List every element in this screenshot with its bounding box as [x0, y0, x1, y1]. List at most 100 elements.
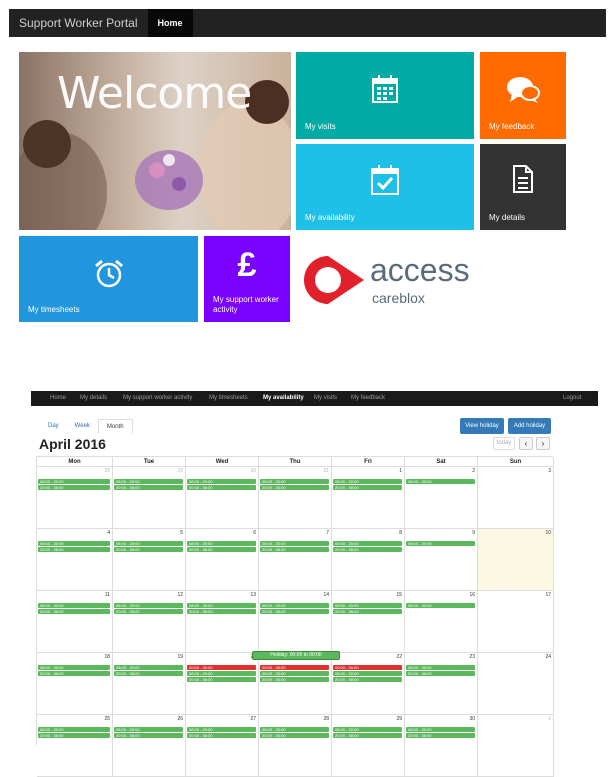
day-cell[interactable]: 24: [478, 653, 554, 715]
availability-event[interactable]: 08:00 - 20:00: [114, 479, 183, 484]
nav-logout[interactable]: Logout: [563, 391, 581, 406]
tab-week[interactable]: Week: [67, 419, 98, 434]
availability-event[interactable]: 20:00 - 08:00: [333, 547, 402, 552]
availability-event[interactable]: 08:00 - 20:00: [406, 727, 475, 732]
day-cell[interactable]: 23 08:00 - 20:00 20:00 - 08:00: [405, 653, 478, 715]
day-cell[interactable]: 16 08:00 - 20:00: [405, 591, 478, 653]
day-cell[interactable]: 30 08:00 - 20:00 20:00 - 08:00: [405, 715, 478, 777]
availability-event[interactable]: 08:00 - 20:00: [114, 541, 183, 546]
availability-event[interactable]: 20:00 - 08:00: [114, 733, 183, 738]
day-cell[interactable]: 11 08:00 - 20:00 20:00 - 08:00: [37, 591, 113, 653]
holiday-event[interactable]: 00:00 - 00:00: [187, 665, 256, 670]
day-cell[interactable]: 2000:00 - 00:0008:00 - 20:0020:00 - 08:0…: [186, 653, 259, 715]
availability-event[interactable]: 08:00 - 20:00: [260, 603, 329, 608]
availability-event[interactable]: 20:00 - 08:00: [38, 547, 110, 552]
nav-my-timesheets[interactable]: My timesheets: [209, 391, 248, 406]
availability-event[interactable]: 20:00 - 08:00: [187, 677, 256, 682]
tab-month[interactable]: Month: [97, 419, 133, 434]
day-cell[interactable]: 6 08:00 - 20:00 20:00 - 08:00: [186, 529, 259, 591]
availability-event[interactable]: 20:00 - 08:00: [260, 733, 329, 738]
availability-event[interactable]: 08:00 - 20:00: [38, 479, 110, 484]
availability-event[interactable]: 20:00 - 08:00: [406, 733, 475, 738]
day-cell[interactable]: 25 08:00 - 20:00 20:00 - 08:00: [37, 715, 113, 777]
day-cell[interactable]: 12 08:00 - 20:00 20:00 - 08:00: [113, 591, 186, 653]
availability-event[interactable]: 08:00 - 20:00: [114, 603, 183, 608]
availability-event[interactable]: 08:00 - 20:00: [114, 727, 183, 732]
today-button[interactable]: today: [493, 437, 515, 450]
day-cell[interactable]: 28 08:00 - 20:00 20:00 - 08:00: [37, 467, 113, 529]
availability-event[interactable]: 08:00 - 20:00: [406, 603, 475, 608]
availability-event[interactable]: 20:00 - 08:00: [38, 609, 110, 614]
day-cell[interactable]: 7 08:00 - 20:00 20:00 - 08:00: [259, 529, 332, 591]
nav-my-availability[interactable]: My availability: [263, 391, 304, 406]
availability-event[interactable]: 20:00 - 08:00: [38, 485, 110, 490]
day-cell[interactable]: 28 08:00 - 20:00 20:00 - 08:00: [259, 715, 332, 777]
day-cell[interactable]: 10: [478, 529, 554, 591]
holiday-event[interactable]: 00:00 - 00:00: [260, 665, 329, 670]
availability-event[interactable]: 08:00 - 20:00: [187, 603, 256, 608]
day-cell[interactable]: 22 00:00 - 00:00 08:00 - 20:00 20:00 - 08:0…: [332, 653, 405, 715]
day-cell[interactable]: 26 08:00 - 20:00 20:00 - 08:00: [113, 715, 186, 777]
availability-event[interactable]: 20:00 - 08:00: [38, 671, 110, 676]
day-cell[interactable]: 3: [478, 467, 554, 529]
availability-event[interactable]: 20:00 - 08:00: [333, 609, 402, 614]
nav-home[interactable]: Home: [50, 391, 66, 406]
day-cell[interactable]: 9 08:00 - 20:00: [405, 529, 478, 591]
availability-event[interactable]: 20:00 - 08:00: [260, 547, 329, 552]
day-cell[interactable]: 8 08:00 - 20:00 20:00 - 08:00: [332, 529, 405, 591]
availability-event[interactable]: 20:00 - 08:00: [406, 671, 475, 676]
day-cell[interactable]: 2100:00 - 00:0008:00 - 20:0020:00 - 08:0…: [259, 653, 332, 715]
availability-event[interactable]: 20:00 - 08:00: [114, 485, 183, 490]
availability-event[interactable]: 20:00 - 08:00: [187, 733, 256, 738]
availability-event[interactable]: 20:00 - 08:00: [114, 547, 183, 552]
availability-event[interactable]: 20:00 - 08:00: [114, 671, 183, 676]
availability-event[interactable]: 08:00 - 20:00: [260, 727, 329, 732]
tile-my-details[interactable]: My details: [480, 144, 566, 230]
nav-my-support-worker-activity[interactable]: My support worker activity: [123, 391, 192, 406]
availability-event[interactable]: 08:00 - 20:00: [38, 603, 110, 608]
day-cell[interactable]: 14 08:00 - 20:00 20:00 - 08:00: [259, 591, 332, 653]
nav-home[interactable]: Home: [147, 9, 193, 37]
availability-event[interactable]: 08:00 - 20:00: [406, 479, 475, 484]
tile-my-visits[interactable]: My visits: [296, 52, 474, 139]
day-cell[interactable]: 30 08:00 - 20:00 20:00 - 08:00: [186, 467, 259, 529]
availability-event[interactable]: 08:00 - 20:00: [187, 479, 256, 484]
tile-my-timesheets[interactable]: My timesheets: [19, 236, 198, 322]
availability-event[interactable]: 08:00 - 20:00: [38, 541, 110, 546]
holiday-event[interactable]: 00:00 - 00:00: [333, 665, 402, 670]
availability-event[interactable]: 08:00 - 20:00: [333, 541, 402, 546]
day-cell[interactable]: 27 08:00 - 20:00 20:00 - 08:00: [186, 715, 259, 777]
availability-event[interactable]: 20:00 - 08:00: [333, 733, 402, 738]
availability-event[interactable]: 08:00 - 20:00: [38, 665, 110, 670]
availability-event[interactable]: 20:00 - 08:00: [38, 733, 110, 738]
day-cell[interactable]: 29 08:00 - 20:00 20:00 - 08:00: [332, 715, 405, 777]
availability-event[interactable]: 20:00 - 08:00: [187, 609, 256, 614]
availability-event[interactable]: 08:00 - 20:00: [187, 727, 256, 732]
day-cell[interactable]: 18 08:00 - 20:00 20:00 - 08:00: [37, 653, 113, 715]
day-cell[interactable]: 13 08:00 - 20:00 20:00 - 08:00: [186, 591, 259, 653]
next-month-button[interactable]: ›: [536, 437, 550, 450]
tile-my-availability[interactable]: My availability: [296, 144, 474, 230]
availability-event[interactable]: 20:00 - 08:00: [187, 547, 256, 552]
availability-event[interactable]: 08:00 - 20:00: [260, 671, 329, 676]
availability-event[interactable]: 08:00 - 20:00: [38, 727, 110, 732]
day-cell[interactable]: 1 08:00 - 20:00 20:00 - 08:00: [332, 467, 405, 529]
tile-my-feedback[interactable]: My feedback: [480, 52, 566, 139]
day-cell[interactable]: 2 08:00 - 20:00: [405, 467, 478, 529]
availability-event[interactable]: 08:00 - 20:00: [333, 671, 402, 676]
availability-event[interactable]: 20:00 - 08:00: [260, 609, 329, 614]
availability-event[interactable]: 20:00 - 08:00: [333, 677, 402, 682]
day-cell[interactable]: 17: [478, 591, 554, 653]
availability-event[interactable]: 20:00 - 08:00: [260, 485, 329, 490]
availability-event[interactable]: 08:00 - 20:00: [260, 541, 329, 546]
tile-my-support-worker-activity[interactable]: £ My support worker activity: [204, 236, 290, 322]
day-cell[interactable]: 15 08:00 - 20:00 20:00 - 08:00: [332, 591, 405, 653]
availability-event[interactable]: 20:00 - 08:00: [187, 485, 256, 490]
day-cell[interactable]: 19 08:00 - 20:00 20:00 - 08:00: [113, 653, 186, 715]
availability-event[interactable]: 20:00 - 08:00: [333, 485, 402, 490]
availability-event[interactable]: 20:00 - 08:00: [114, 609, 183, 614]
day-cell[interactable]: 29 08:00 - 20:00 20:00 - 08:00: [113, 467, 186, 529]
availability-event[interactable]: 08:00 - 20:00: [333, 727, 402, 732]
availability-event[interactable]: 08:00 - 20:00: [114, 665, 183, 670]
availability-event[interactable]: 08:00 - 20:00: [187, 541, 256, 546]
